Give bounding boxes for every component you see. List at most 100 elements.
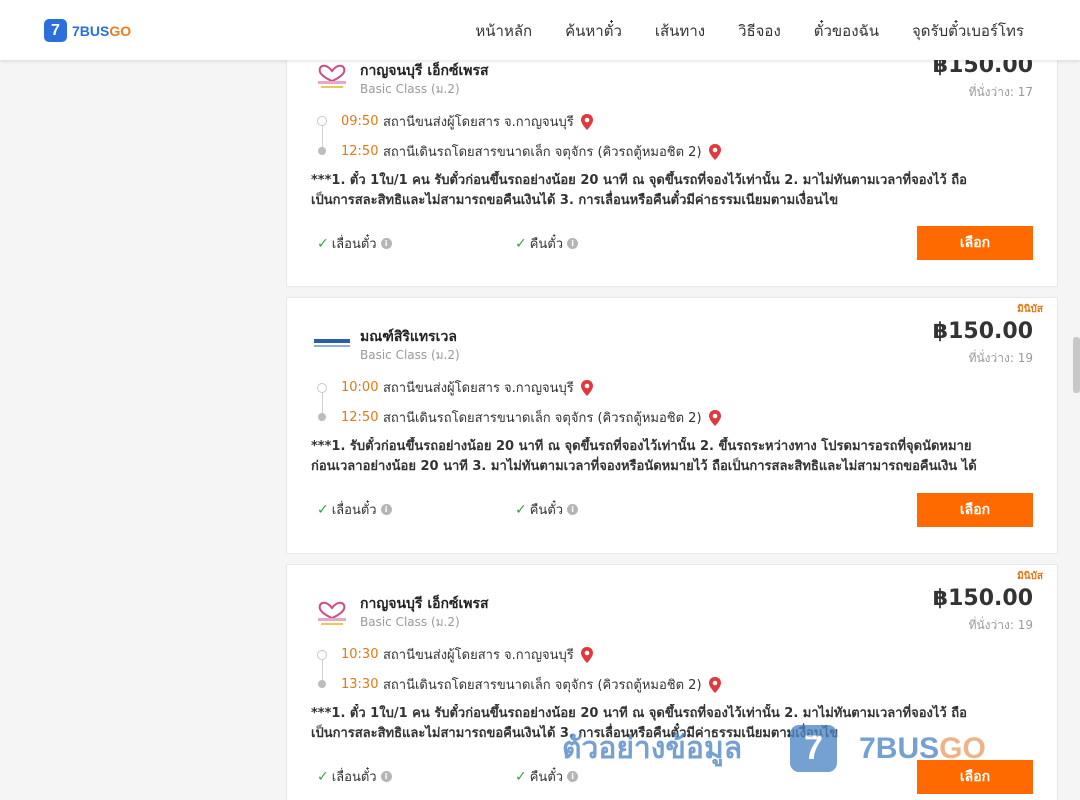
check-icon: ✓ [515, 768, 527, 785]
arrive-dot [318, 680, 326, 688]
info-icon[interactable]: i [567, 504, 579, 515]
depart-station: สถานีขนส่งผู้โดยสาร จ.กาญจนบุรี [383, 115, 574, 130]
nav-home[interactable]: หน้าหลัก [475, 19, 532, 43]
trip-conditions: ***1. ตั๋ว 1ใบ/1 คน รับตั๋วก่อนขึ้นรถอย่… [311, 171, 1011, 211]
depart-station: สถานีขนส่งผู้โดยสาร จ.กาญจนบุรี [383, 648, 574, 663]
depart-time: 09:50 [341, 114, 379, 129]
seats-available: ที่นั่งว่าง: 19 [968, 351, 1033, 365]
page-scrollbar[interactable] [1073, 337, 1080, 393]
watermark-brand-go: GO [939, 731, 986, 765]
reschedule-feature: ✓ เลื่อนตั๋ว i [317, 499, 392, 520]
refund-feature: ✓ คืนตั๋ว i [515, 499, 579, 520]
nav-how-to-book[interactable]: วิธีจอง [738, 19, 781, 43]
trip-card: กาญจนบุรี เอ็กซ์เพรส Basic Class (ม.2) ฿… [286, 40, 1058, 287]
watermark-brand: 7BUSGO [859, 732, 986, 766]
depart-dot [317, 650, 327, 660]
nav-search-ticket[interactable]: ค้นหาตั๋ว [565, 19, 622, 43]
logo-brand-go: GO [109, 22, 132, 39]
reschedule-feature: ✓ เลื่อนตั๋ว i [317, 766, 392, 787]
site-logo[interactable]: 7 7BUSGO [44, 19, 131, 42]
seats-available: ที่นั่งว่าง: 19 [968, 618, 1033, 632]
refund-label: คืนตั๋ว [529, 770, 564, 785]
depart-time: 10:00 [341, 380, 379, 395]
depart-dot [317, 383, 327, 393]
refund-feature: ✓ คืนตั๋ว i [515, 233, 579, 254]
depart-stop: 10:30 สถานีขนส่งผู้โดยสาร จ.กาญจนบุรี [341, 644, 594, 665]
logo-badge: 7 [44, 19, 67, 42]
map-pin-icon[interactable] [580, 113, 594, 130]
conditions-line: ***1. ตั๋ว 1ใบ/1 คน รับตั๋วก่อนขึ้นรถอย่… [311, 173, 967, 188]
select-button[interactable]: เลือก [917, 493, 1033, 527]
nav-ticket-pickup-phone[interactable]: จุดรับตั๋วเบอร์โทร [912, 19, 1024, 43]
depart-dot [317, 116, 327, 126]
arrive-stop: 13:30 สถานีเดินรถโดยสารขนาดเล็ก จตุจักร … [341, 674, 722, 695]
conditions-line: เป็นการสละสิทธิและไม่สามารถขอคืนเงินได้ … [311, 193, 839, 208]
refund-label: คืนตั๋ว [529, 503, 564, 518]
ticket-price: ฿150.00 [932, 586, 1033, 611]
map-pin-icon[interactable] [708, 409, 722, 426]
reschedule-label: เลื่อนตั๋ว [331, 770, 377, 785]
kanchanaburi-express-logo [318, 601, 346, 625]
info-icon[interactable]: i [567, 238, 579, 249]
watermark-logo-badge: 7 [790, 725, 838, 772]
arrive-station: สถานีเดินรถโดยสารขนาดเล็ก จตุจักร (คิวรถ… [383, 678, 702, 693]
info-icon[interactable]: i [567, 771, 579, 782]
info-icon[interactable]: i [380, 504, 392, 515]
top-header: 7 7BUSGO หน้าหลัก ค้นหาตั๋ว เส้นทาง วิธี… [0, 0, 1080, 60]
main-nav: หน้าหลัก ค้นหาตั๋ว เส้นทาง วิธีจอง ตั๋วข… [442, 19, 1024, 43]
bus-class: Basic Class (ม.2) [360, 615, 460, 629]
map-pin-icon[interactable] [708, 676, 722, 693]
ticket-price: ฿150.00 [932, 319, 1033, 344]
trip-card: มินิบัส มณฑ์สิริแทรเวล Basic Class (ม.2)… [286, 297, 1058, 554]
depart-stop: 09:50 สถานีขนส่งผู้โดยสาร จ.กาญจนบุรี [341, 111, 594, 132]
vehicle-tag: มินิบัส [1017, 304, 1043, 315]
arrive-stop: 12:50 สถานีเดินรถโดยสารขนาดเล็ก จตุจักร … [341, 407, 722, 428]
monsiri-travel-logo [314, 339, 350, 347]
logo-wordmark: 7BUSGO [72, 23, 131, 39]
reschedule-label: เลื่อนตั๋ว [331, 237, 377, 252]
nav-routes[interactable]: เส้นทาง [655, 19, 705, 43]
operator-name: กาญจนบุรี เอ็กซ์เพรส [360, 63, 489, 79]
depart-stop: 10:00 สถานีขนส่งผู้โดยสาร จ.กาญจนบุรี [341, 377, 594, 398]
seats-available: ที่นั่งว่าง: 17 [968, 85, 1033, 99]
arrive-time: 13:30 [341, 677, 379, 692]
logo-brand: 7BUS [72, 22, 110, 39]
trip-conditions: ***1. รับตั๋วก่อนขึ้นรถอย่างน้อย 20 นาที… [311, 437, 1011, 477]
bus-class: Basic Class (ม.2) [360, 82, 460, 96]
check-icon: ✓ [515, 501, 527, 518]
arrive-time: 12:50 [341, 410, 379, 425]
map-pin-icon[interactable] [580, 646, 594, 663]
select-button[interactable]: เลือก [917, 226, 1033, 260]
conditions-line: ***1. ตั๋ว 1ใบ/1 คน รับตั๋วก่อนขึ้นรถอย่… [311, 706, 967, 721]
map-pin-icon[interactable] [580, 379, 594, 396]
depart-time: 10:30 [341, 647, 379, 662]
operator-name: มณฑ์สิริแทรเวล [360, 329, 457, 345]
check-icon: ✓ [317, 768, 329, 785]
vehicle-tag: มินิบัส [1017, 571, 1043, 582]
reschedule-feature: ✓ เลื่อนตั๋ว i [317, 233, 392, 254]
operator-name: กาญจนบุรี เอ็กซ์เพรส [360, 596, 489, 612]
arrive-station: สถานีเดินรถโดยสารขนาดเล็ก จตุจักร (คิวรถ… [383, 145, 702, 160]
depart-station: สถานีขนส่งผู้โดยสาร จ.กาญจนบุรี [383, 381, 574, 396]
conditions-line: ก่อนเวลาอย่างน้อย 20 นาที 3. มาไม่ทันตาม… [311, 459, 977, 474]
check-icon: ✓ [317, 235, 329, 252]
kanchanaburi-express-logo [318, 64, 346, 88]
arrive-dot [318, 413, 326, 421]
bus-class: Basic Class (ม.2) [360, 348, 460, 362]
check-icon: ✓ [317, 501, 329, 518]
map-pin-icon[interactable] [708, 143, 722, 160]
watermark-text: ตัวอย่างข้อมูล [562, 731, 743, 766]
arrive-stop: 12:50 สถานีเดินรถโดยสารขนาดเล็ก จตุจักร … [341, 141, 722, 162]
info-icon[interactable]: i [380, 771, 392, 782]
arrive-time: 12:50 [341, 144, 379, 159]
refund-label: คืนตั๋ว [529, 237, 564, 252]
nav-my-tickets[interactable]: ตั๋วของฉัน [814, 19, 879, 43]
arrive-station: สถานีเดินรถโดยสารขนาดเล็ก จตุจักร (คิวรถ… [383, 411, 702, 426]
watermark-brand-main: 7BUS [859, 731, 940, 765]
sample-watermark: ตัวอย่างข้อมูล 7 7BUSGO [562, 725, 986, 772]
conditions-line: ***1. รับตั๋วก่อนขึ้นรถอย่างน้อย 20 นาที… [311, 439, 972, 454]
reschedule-label: เลื่อนตั๋ว [331, 503, 377, 518]
check-icon: ✓ [515, 235, 527, 252]
info-icon[interactable]: i [380, 238, 392, 249]
arrive-dot [318, 147, 326, 155]
